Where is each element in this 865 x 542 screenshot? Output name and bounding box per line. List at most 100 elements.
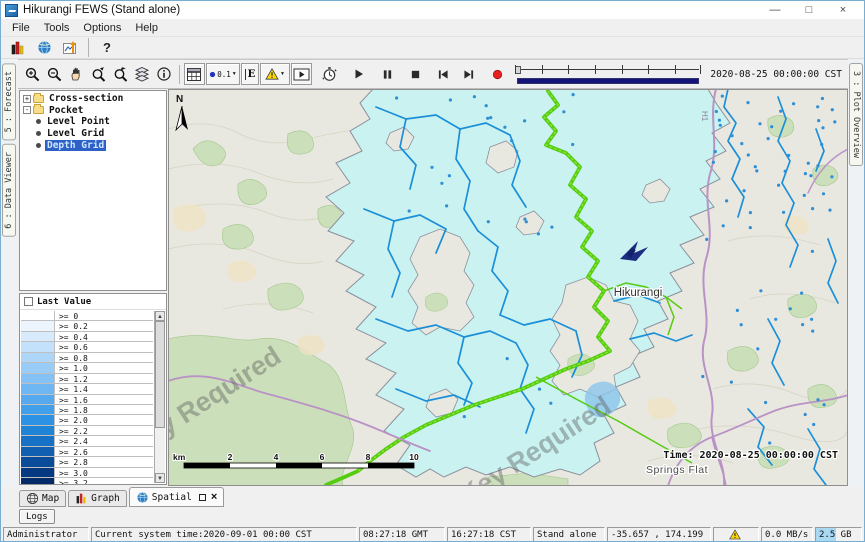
legend-swatch [21,311,55,320]
timer-icon[interactable] [319,63,340,85]
status-text: 16:27:18 CST [451,530,516,540]
play-icon[interactable] [349,63,370,85]
chevron-down-icon: ▼ [232,71,237,77]
tree-expander-icon[interactable]: - [23,106,31,114]
maximize-tab-icon[interactable] [199,494,206,501]
help-button[interactable]: ? [96,38,118,57]
legend-row-label: >= 1.2 [55,374,88,383]
close-icon[interactable]: × [826,2,860,19]
legend-row: >= 1.6 [21,395,153,405]
legend-row-label: >= 0.2 [55,321,88,330]
tree-item-level-point[interactable]: Level Point [20,116,166,128]
status-local-time: 16:27:18 CST [447,527,531,542]
maximize-icon[interactable]: □ [792,2,826,19]
zoom-next-icon[interactable] [110,63,131,85]
legend-swatch [21,457,55,466]
bullet-icon [36,143,41,148]
tab-label: Map [42,493,59,504]
legend-row: >= 1.0 [21,363,153,373]
stop-icon[interactable] [405,63,426,85]
legend-swatch [21,374,55,383]
zoom-in-icon[interactable] [22,63,43,85]
menu-file[interactable]: File [5,21,37,35]
status-text: 2.5 GB [819,530,852,540]
legend-scrollbar[interactable]: ▲ ▼ [154,311,165,483]
legend-row: >= 3.2 [21,478,153,484]
logs-row: Logs [1,507,864,526]
tab-plot-overview[interactable]: 3 : Plot Overview [849,63,863,166]
bottom-tab-bar: Map Graph Spatial× [1,486,864,507]
legend-swatch [21,342,55,351]
town-label: Hikurangi [614,287,663,299]
tree-item-pocket[interactable]: -Pocket [20,105,166,117]
tab-data-viewer[interactable]: 6 : Data Viewer [2,144,16,237]
tree-item-cross-section[interactable]: +Cross-section [20,93,166,105]
menu-options[interactable]: Options [76,21,128,35]
layers-icon[interactable] [132,63,153,85]
pause-icon[interactable] [377,63,398,85]
warning-dropdown[interactable]: ▼ [260,63,290,85]
legend-swatch [21,405,55,414]
menu-help[interactable]: Help [128,21,165,35]
window-title: Hikurangi FEWS (Stand alone) [23,4,180,16]
globe-icon[interactable] [33,38,55,57]
title-bar: Hikurangi FEWS (Stand alone) — □ × [1,1,864,19]
menu-tools[interactable]: Tools [37,21,77,35]
tab-label: Graph [91,493,120,504]
legend-row-label: >= 2.4 [55,436,88,445]
database-icon[interactable] [7,38,29,57]
tree-expander-icon[interactable]: + [23,95,31,103]
record-icon[interactable] [487,63,508,85]
legend-row-label: >= 3.0 [55,468,88,477]
chevron-down-icon: ▼ [280,71,285,77]
legend-row-label: >= 0 [55,311,78,320]
time-tick [700,65,701,74]
tree-item-level-grid[interactable]: Level Grid [20,128,166,140]
zoom-previous-icon[interactable] [88,63,109,85]
scroll-up-icon[interactable]: ▲ [155,311,165,321]
animation-panel-icon[interactable] [291,63,312,85]
tab-graph[interactable]: Graph [68,490,127,507]
last-value-checkbox[interactable] [24,297,33,306]
legend-swatch [21,478,55,484]
legend-row-label: >= 0.8 [55,353,88,362]
logs-button[interactable]: Logs [19,509,55,524]
svg-text:2: 2 [228,452,233,462]
legend-row-label: >= 2.0 [55,415,88,424]
legend-row-label: >= 3.2 [55,478,88,484]
map-canvas[interactable]: API Key Required API Key Required N km [168,89,848,486]
threshold-dropdown[interactable]: 0.1 ▼ [206,63,240,85]
legend-swatch [21,321,55,330]
skip-start-icon[interactable] [433,63,454,85]
skip-end-icon[interactable] [459,63,480,85]
app-logo-icon [5,4,18,17]
legend-swatch [21,468,55,477]
graph-tab-icon [75,492,88,505]
tab-spatial[interactable]: Spatial× [129,487,224,507]
timeseries-icon[interactable] [59,38,81,57]
svg-text:4: 4 [274,452,279,462]
time-slider[interactable] [515,62,701,86]
scroll-down-icon[interactable]: ▼ [155,473,165,483]
svg-text:10: 10 [409,452,419,462]
svg-text:km: km [173,452,186,462]
minimize-icon[interactable]: — [758,2,792,19]
tree-item-depth-grid[interactable]: Depth Grid [20,139,166,151]
zoom-out-icon[interactable] [44,63,65,85]
pan-hand-icon[interactable] [66,63,87,85]
legend-row: >= 0 [21,311,153,321]
menu-bar: FileToolsOptionsHelp [1,19,864,37]
legend-row-label: >= 2.2 [55,426,88,435]
info-icon[interactable] [154,63,175,85]
scrollbar-thumb[interactable] [155,321,165,428]
legend-row: >= 1.4 [21,384,153,394]
tab-forecast[interactable]: 5 : Forecast [2,63,16,140]
close-tab-icon[interactable]: × [211,491,217,503]
grid-display-icon[interactable] [184,63,205,85]
legend-swatch [21,415,55,424]
status-network: 0.0 MB/s [761,527,813,542]
status-alerts [713,527,759,542]
tab-map[interactable]: Map [19,490,66,507]
legend-toggle-button[interactable]: E [241,63,259,85]
folder-icon [33,106,44,114]
